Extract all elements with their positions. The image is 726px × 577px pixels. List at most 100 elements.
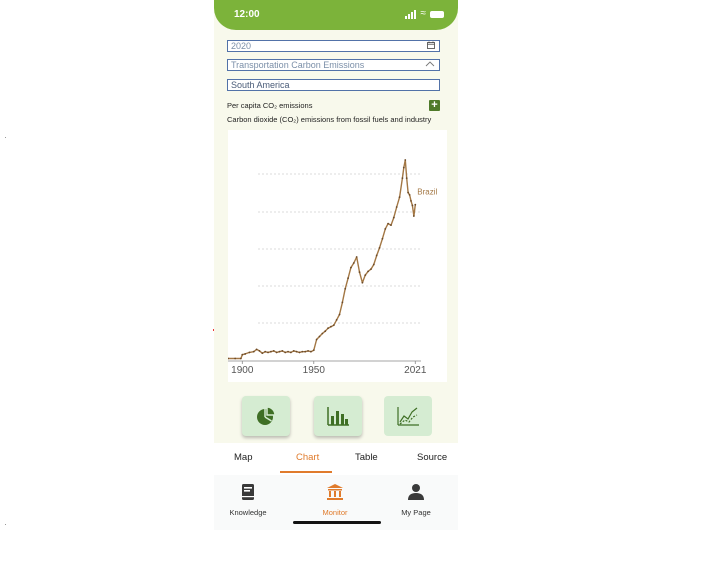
data-point <box>267 351 269 354</box>
x-tick-label: 1950 <box>303 365 326 376</box>
data-point <box>335 318 338 321</box>
nav-knowledge[interactable]: Knowledge <box>218 483 278 517</box>
chart-subtitle: Carbon dioxide (CO₂) emissions from foss… <box>227 115 432 124</box>
data-point <box>384 228 387 230</box>
data-point <box>324 330 327 333</box>
data-point <box>287 350 289 353</box>
year-select[interactable]: 2020 <box>227 40 440 52</box>
data-point <box>401 177 404 180</box>
data-point <box>395 206 398 208</box>
data-point <box>405 177 408 180</box>
nav-monitor[interactable]: Monitor <box>305 483 365 517</box>
tab-chart[interactable]: Chart <box>296 452 319 463</box>
data-point <box>411 204 414 207</box>
status-time: 12:00 <box>234 9 260 20</box>
data-point <box>344 287 347 290</box>
battery-icon <box>430 10 444 18</box>
pie-chart-button[interactable] <box>242 396 290 436</box>
bank-icon <box>327 484 343 500</box>
data-point <box>378 246 381 249</box>
active-tab-indicator <box>280 471 332 473</box>
data-point <box>412 215 415 217</box>
data-point <box>248 351 251 354</box>
data-point <box>390 224 392 227</box>
data-point <box>244 353 247 355</box>
data-point <box>367 270 370 273</box>
year-value: 2020 <box>231 41 252 51</box>
home-indicator <box>293 521 381 524</box>
chevron-up-icon[interactable] <box>425 60 435 71</box>
data-point <box>338 313 341 316</box>
data-point <box>404 159 407 161</box>
data-point <box>347 277 349 280</box>
emissions-chart: 1900 1950 2021 Brazil <box>228 130 447 382</box>
data-point <box>398 196 401 199</box>
tab-source[interactable]: Source <box>417 452 447 463</box>
data-point <box>241 353 244 356</box>
data-point <box>407 191 410 194</box>
chart-type-toolbar <box>242 396 432 436</box>
data-point <box>301 350 304 353</box>
line-chart-icon <box>397 407 419 426</box>
status-bar: 12:00 ≈ <box>214 0 458 30</box>
line-chart-button[interactable] <box>384 396 432 436</box>
data-point <box>310 350 312 353</box>
data-point <box>358 271 361 274</box>
tab-map[interactable]: Map <box>234 452 252 463</box>
data-point <box>381 237 384 240</box>
data-point <box>414 203 417 206</box>
dataset-value: Transportation Carbon Emissions <box>231 60 365 70</box>
data-point <box>239 357 242 360</box>
user-icon <box>408 484 424 500</box>
wifi-icon: ≈ <box>420 8 427 19</box>
data-point <box>387 222 390 225</box>
data-point <box>375 254 378 257</box>
data-point <box>269 350 272 353</box>
book-icon <box>242 484 254 500</box>
data-point <box>284 351 287 354</box>
data-point <box>298 351 301 354</box>
region-value: South America <box>231 80 290 90</box>
series-label: Brazil <box>417 188 437 197</box>
data-point <box>350 266 352 269</box>
data-point <box>307 350 309 352</box>
tab-table[interactable]: Table <box>355 452 378 463</box>
per-capita-label: Per capita CO₂ emissions <box>227 101 313 110</box>
data-point <box>292 350 295 352</box>
region-input[interactable]: South America <box>227 79 440 91</box>
data-point <box>352 262 355 264</box>
data-point <box>255 348 258 351</box>
nav-my-page-label: My Page <box>401 508 431 517</box>
data-point <box>318 335 321 338</box>
nav-monitor-label: Monitor <box>322 508 348 517</box>
chart-svg: 1900 1950 2021 Brazil <box>228 159 438 376</box>
series-line-brazil <box>228 159 416 360</box>
data-point <box>315 338 318 341</box>
bar-chart-button[interactable] <box>314 396 362 436</box>
data-point <box>252 350 255 353</box>
data-point <box>261 352 264 355</box>
data-point <box>408 193 411 196</box>
data-point <box>304 350 307 353</box>
status-icons: ≈ <box>404 8 444 19</box>
calendar-icon[interactable] <box>427 41 435 52</box>
data-point <box>264 350 267 353</box>
data-point <box>327 327 329 330</box>
data-point <box>370 268 372 270</box>
data-point <box>355 256 358 258</box>
data-point <box>330 325 332 328</box>
dataset-select[interactable]: Transportation Carbon Emissions <box>227 59 440 71</box>
nav-my-page[interactable]: My Page <box>386 483 446 517</box>
data-point <box>332 324 335 327</box>
data-point <box>392 216 395 219</box>
stray-dot <box>5 137 6 138</box>
data-point <box>290 351 292 354</box>
phone-screen: 12:00 ≈ 2020 Transportation Carbon Emiss… <box>214 0 458 530</box>
add-button[interactable]: + <box>429 100 440 111</box>
data-point <box>234 357 237 360</box>
x-tick-label: 2021 <box>404 365 427 376</box>
data-point <box>258 350 261 352</box>
data-point <box>410 200 412 202</box>
data-point <box>295 350 298 353</box>
data-point <box>341 301 344 304</box>
